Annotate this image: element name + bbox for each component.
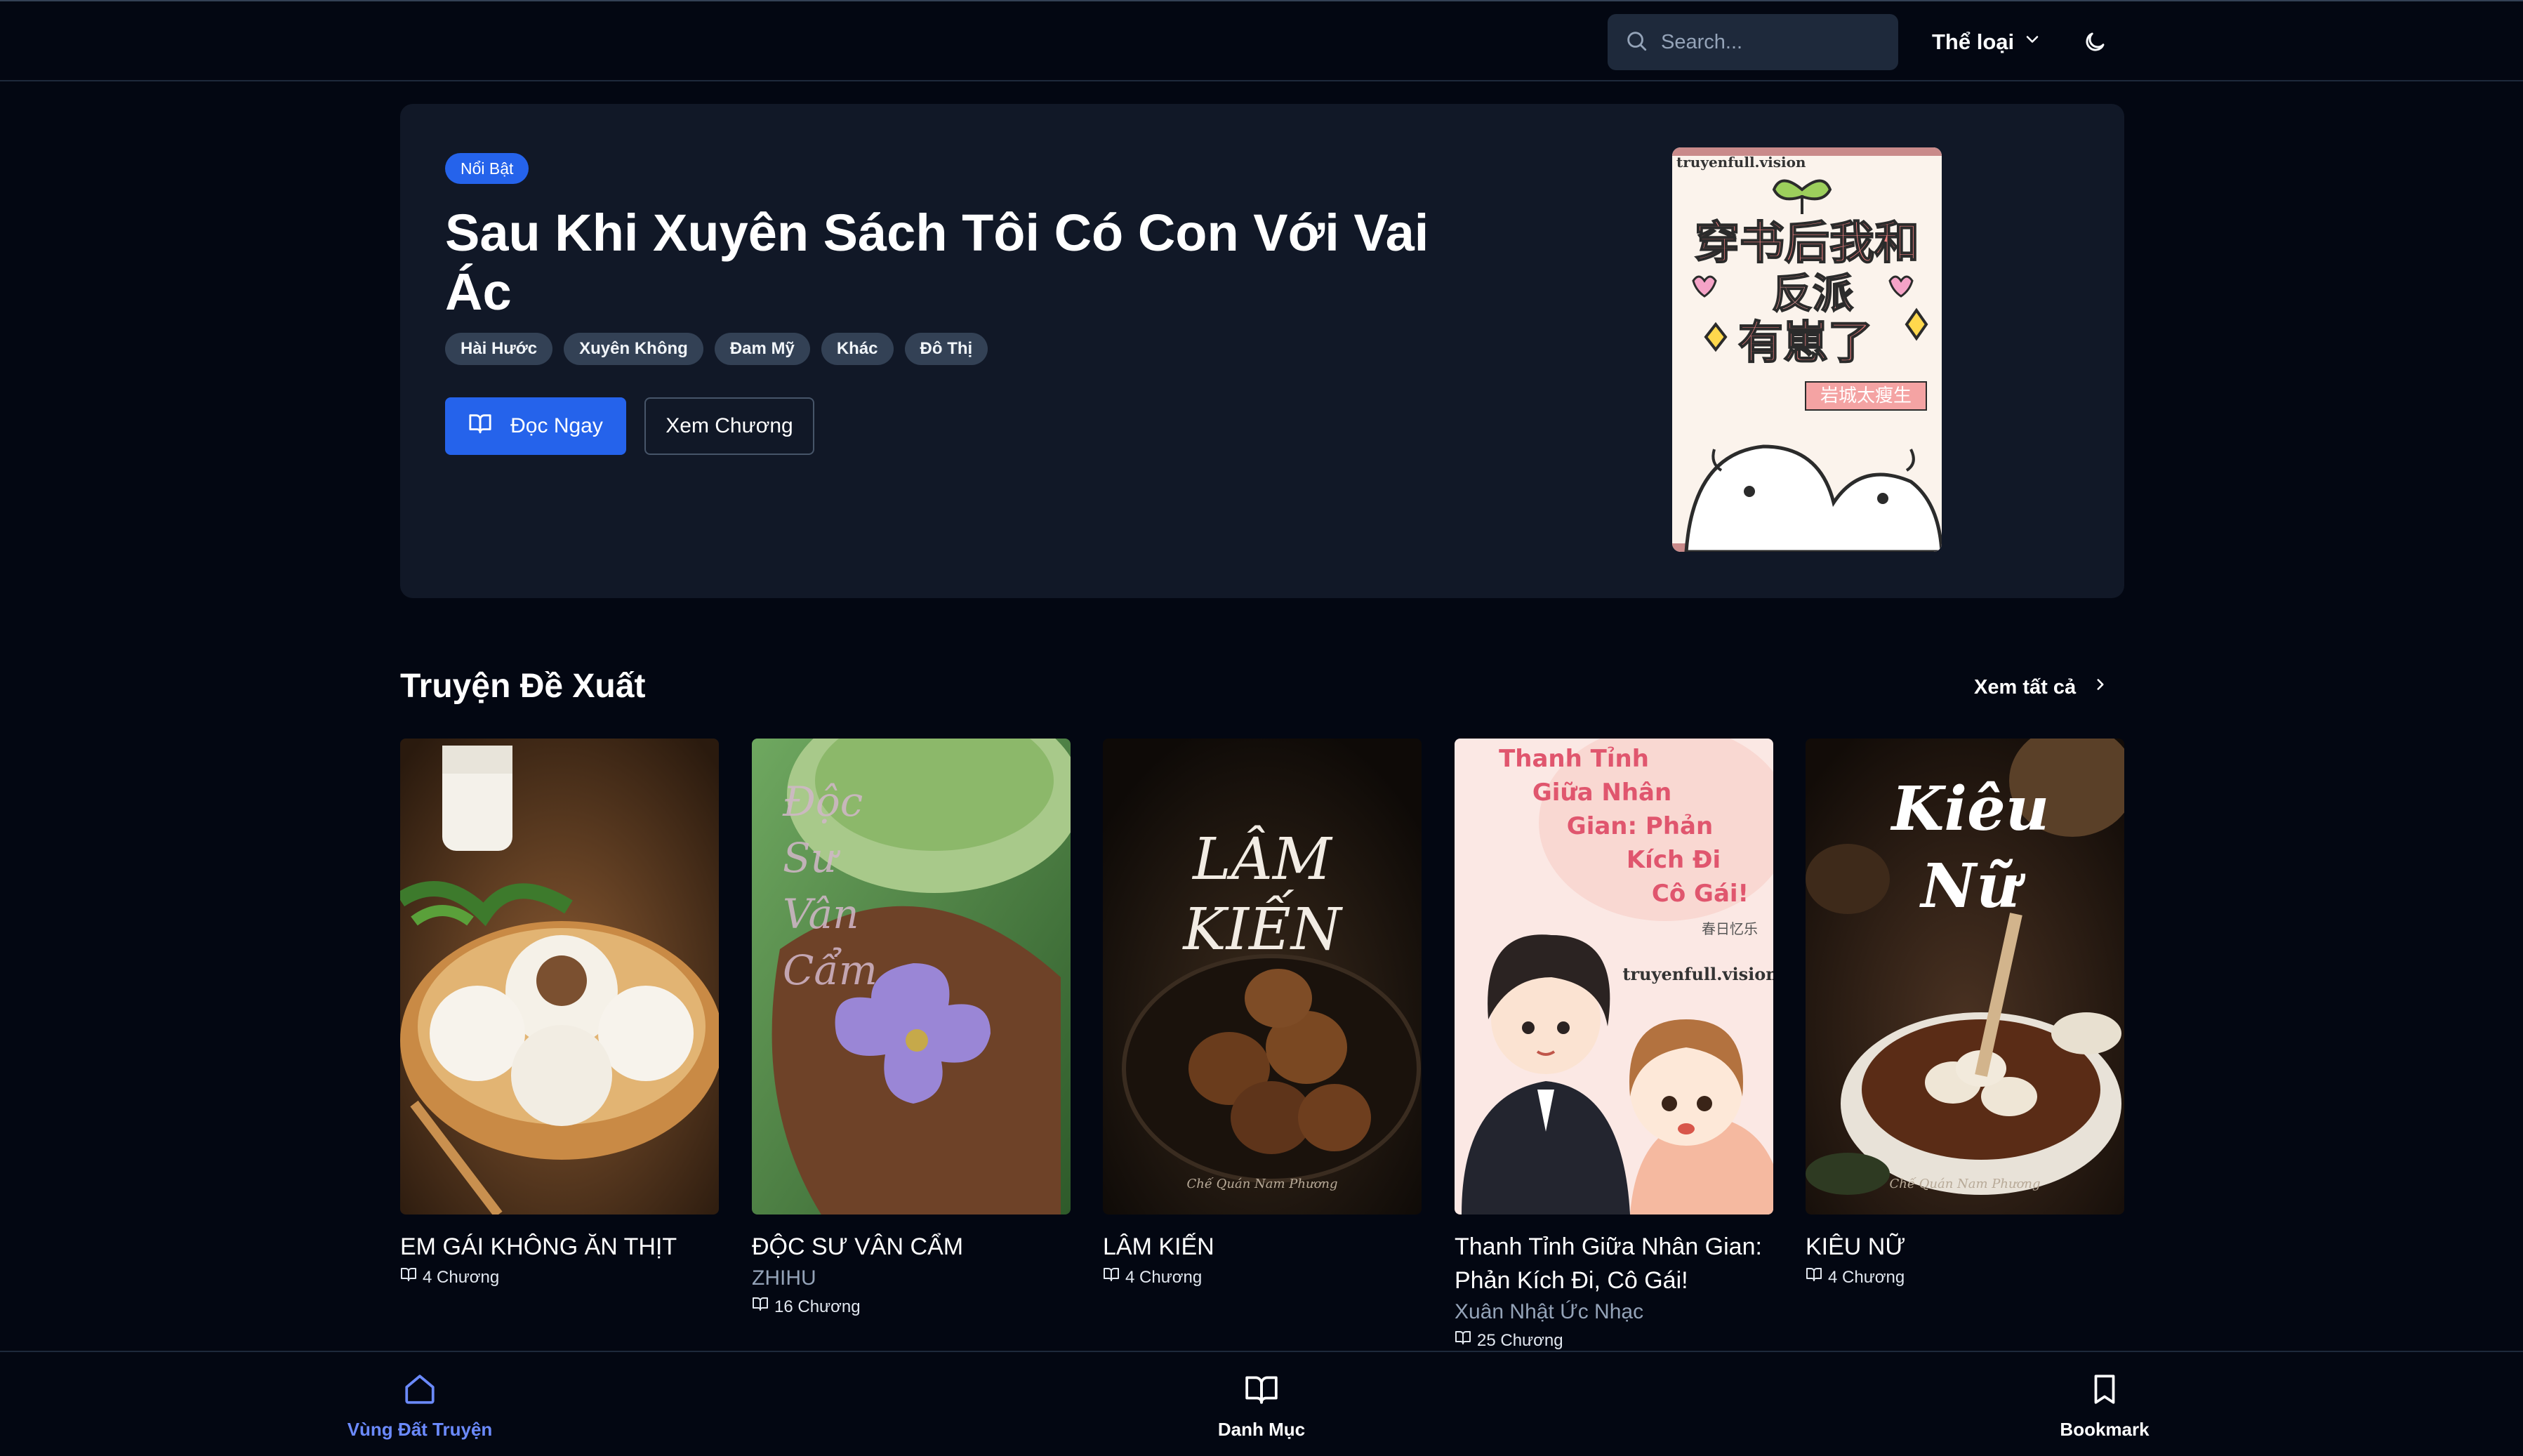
genre-tag[interactable]: Đam Mỹ xyxy=(714,333,810,365)
cover-title-line: Độc xyxy=(782,778,863,826)
genre-tag[interactable]: Hài Hước xyxy=(445,333,553,365)
story-card[interactable]: Kiêu Nữ Chế Quán Nam Phương KIÊU NỮ 4 Ch… xyxy=(1806,739,2124,1292)
book-open-icon xyxy=(468,411,492,441)
search-icon xyxy=(1624,29,1648,56)
search-box[interactable] xyxy=(1608,14,1898,70)
book-open-icon xyxy=(1806,1264,1822,1292)
story-card[interactable]: Thanh Tỉnh Giữa Nhân Gian: Phản Kích Đi … xyxy=(1455,739,1773,1355)
section-title: Truyện Đề Xuất xyxy=(400,668,646,705)
story-cover-image[interactable]: LÂM KIẾN Chế Quán Nam Phương xyxy=(1103,739,1422,1215)
story-author: Xuân Nhật Ức Nhạc xyxy=(1455,1300,1644,1323)
chevron-right-icon xyxy=(2091,675,2110,699)
cover-title-line: Kích Đi xyxy=(1627,846,1721,874)
featured-banner: Nổi Bật Sau Khi Xuyên Sách Tôi Có Con Vớ… xyxy=(400,104,2124,598)
genre-tags: Hài Hước Xuyên Không Đam Mỹ Khác Đô Thị xyxy=(445,333,988,365)
chapter-count: 4 Chương xyxy=(1103,1264,1422,1292)
bookmark-icon xyxy=(2087,1372,2122,1412)
cover-title-line: Cô Gái! xyxy=(1652,880,1749,908)
search-input[interactable] xyxy=(1661,30,1893,54)
featured-title[interactable]: Sau Khi Xuyên Sách Tôi Có Con Với Vai Ác xyxy=(445,204,1442,322)
story-title[interactable]: KIÊU NỮ xyxy=(1806,1230,2124,1264)
genre-tag[interactable]: Khác xyxy=(821,333,894,365)
cover-title-line: Thanh Tỉnh xyxy=(1499,745,1649,773)
read-now-label: Đọc Ngay xyxy=(510,414,603,437)
genre-tag[interactable]: Đô Thị xyxy=(904,333,988,365)
see-all-label: Xem tất cả xyxy=(1974,675,2077,699)
cover-title-line: KIẾN xyxy=(1181,889,1344,963)
cover-watermark: truyenfull.vision xyxy=(1676,154,1806,171)
story-cover-image[interactable] xyxy=(400,739,719,1215)
cover-signature: Chế Quán Nam Phương xyxy=(1889,1177,2040,1191)
cover-title-line: 有崽了 xyxy=(1738,317,1873,369)
story-title[interactable]: ĐỘC SƯ VÂN CẨM xyxy=(752,1230,1071,1264)
nav-item-label: Danh Mục xyxy=(1217,1419,1306,1440)
nav-item-label: Vùng Đất Truyện xyxy=(347,1419,493,1440)
top-bar: Thể loại xyxy=(0,0,2523,81)
chapter-count-label: 4 Chương xyxy=(423,1268,500,1287)
cover-title-line: Gian: Phản xyxy=(1567,812,1713,840)
book-open-icon xyxy=(752,1293,769,1321)
view-chapters-label: Xem Chương xyxy=(665,414,793,437)
cover-signature: Chế Quán Nam Phương xyxy=(1186,1177,1337,1191)
chapter-count: 16 Chương xyxy=(752,1293,1071,1321)
cover-title-line: LÂM xyxy=(1191,825,1333,893)
book-open-icon xyxy=(1244,1372,1279,1412)
cover-title-line: Cẩm xyxy=(783,946,878,994)
story-title[interactable]: EM GÁI KHÔNG ĂN THỊT xyxy=(400,1230,719,1264)
story-card[interactable]: EM GÁI KHÔNG ĂN THỊT 4 Chương xyxy=(400,739,719,1292)
chapter-count-label: 16 Chương xyxy=(774,1297,861,1316)
cover-title-line: Giữa Nhân xyxy=(1532,779,1671,807)
genre-label: Thể loại xyxy=(1932,29,2015,54)
read-now-button[interactable]: Đọc Ngay xyxy=(445,397,626,455)
cover-small-text: 春日忆乐 xyxy=(1702,920,1758,937)
cover-title-line: Sư xyxy=(783,834,841,882)
featured-badge: Nổi Bật xyxy=(445,153,529,184)
cover-title-line: Vân xyxy=(783,890,859,938)
cover-watermark: truyenfull.vision xyxy=(1622,964,1773,984)
see-all-link[interactable]: Xem tất cả xyxy=(1974,675,2110,699)
home-icon xyxy=(402,1372,437,1412)
moon-icon xyxy=(2082,29,2107,58)
cover-title-line: Nữ xyxy=(1919,851,2026,922)
story-cover-image[interactable]: Thanh Tỉnh Giữa Nhân Gian: Phản Kích Đi … xyxy=(1455,739,1773,1215)
nav-item-home[interactable]: Vùng Đất Truyện xyxy=(314,1372,525,1441)
chapter-count-label: 4 Chương xyxy=(1828,1268,1905,1287)
story-title[interactable]: LÂM KIẾN xyxy=(1103,1230,1422,1264)
chapter-count: 4 Chương xyxy=(1806,1264,2124,1292)
genre-dropdown-button[interactable]: Thể loại xyxy=(1932,25,2042,59)
book-open-icon xyxy=(1103,1264,1120,1292)
nav-item-bookmark[interactable]: Bookmark xyxy=(1999,1372,2210,1441)
theme-toggle-button[interactable] xyxy=(2078,27,2112,60)
chapter-count: 4 Chương xyxy=(400,1264,719,1292)
story-card[interactable]: LÂM KIẾN Chế Quán Nam Phương LÂM KIẾN 4 … xyxy=(1103,739,1422,1292)
view-chapters-button[interactable]: Xem Chương xyxy=(644,397,814,455)
nav-item-categories[interactable]: Danh Mục xyxy=(1156,1372,1367,1441)
cover-title-line: Kiêu xyxy=(1890,774,2050,845)
bottom-navigation: Vùng Đất Truyện Danh Mục Bookmark xyxy=(0,1351,2523,1456)
story-author: ZHIHU xyxy=(752,1266,816,1290)
chapter-count-label: 4 Chương xyxy=(1125,1268,1203,1287)
story-cover-image[interactable]: Độc Sư Vân Cẩm xyxy=(752,739,1071,1215)
chevron-down-icon xyxy=(2022,29,2042,55)
cover-title-line: 反派 xyxy=(1772,270,1853,317)
cover-author-tag: 岩城太瘦生 xyxy=(1820,385,1912,406)
cover-title-line: 穿书后我和 xyxy=(1695,218,1919,270)
genre-tag[interactable]: Xuyên Không xyxy=(564,333,703,365)
book-open-icon xyxy=(400,1264,417,1292)
featured-cover-image[interactable]: truyenfull.vision 穿书后我和 反派 有崽了 岩城太瘦生 xyxy=(1672,147,1942,552)
story-title[interactable]: Thanh Tỉnh Giữa Nhân Gian: Phản Kích Đi,… xyxy=(1455,1230,1773,1297)
story-card[interactable]: Độc Sư Vân Cẩm ĐỘC SƯ VÂN CẨM ZHIHU 16 C… xyxy=(752,739,1071,1321)
story-cover-image[interactable]: Kiêu Nữ Chế Quán Nam Phương xyxy=(1806,739,2124,1215)
app-root: Thể loại Nổi Bật Sau Khi Xuyên Sách Tôi … xyxy=(0,0,2523,1456)
nav-item-label: Bookmark xyxy=(2060,1419,2150,1440)
